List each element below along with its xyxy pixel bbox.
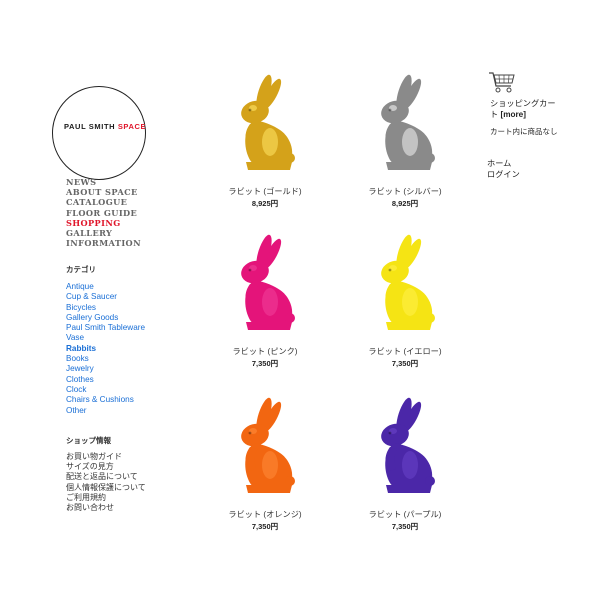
rabbit-highlight bbox=[402, 128, 418, 156]
rabbit-eye bbox=[388, 268, 392, 272]
rabbit-base bbox=[246, 162, 292, 170]
rabbit-figurine-svg bbox=[241, 234, 295, 330]
rabbit-image[interactable] bbox=[210, 232, 320, 342]
category-item-books[interactable]: Books bbox=[66, 354, 145, 364]
category-item-chairs-cushions[interactable]: Chairs & Cushions bbox=[66, 395, 145, 405]
shop-info-contact[interactable]: お問い合わせ bbox=[66, 503, 146, 513]
product-name[interactable]: ラビット (オレンジ) bbox=[210, 508, 320, 520]
rabbit-eye bbox=[248, 108, 252, 112]
brand-logo-text[interactable]: PAUL SMITH SPACE bbox=[64, 122, 146, 131]
shop-info-title: ショップ情報 bbox=[66, 436, 111, 445]
nav-item-information[interactable]: INFORMATION bbox=[66, 238, 141, 248]
nav-item-floor-guide[interactable]: FLOOR GUIDE bbox=[66, 208, 141, 218]
rabbit-tail bbox=[285, 153, 295, 163]
category-title: カテゴリ bbox=[66, 265, 96, 274]
rabbit-image[interactable] bbox=[350, 72, 460, 182]
account-links: ホーム ログイン bbox=[487, 158, 520, 180]
rabbit-highlight bbox=[262, 451, 278, 479]
rabbit-eye bbox=[388, 431, 392, 435]
category-item-rabbits[interactable]: Rabbits bbox=[66, 344, 145, 354]
category-item-antique[interactable]: Antique bbox=[66, 282, 145, 292]
shop-info-terms[interactable]: ご利用規約 bbox=[66, 493, 146, 503]
category-item-cup-saucer[interactable]: Cup & Saucer bbox=[66, 292, 145, 302]
product-card-orange[interactable]: ラビット (オレンジ) 7,350円 bbox=[210, 395, 320, 532]
shop-info-shopping-guide[interactable]: お買い物ガイド bbox=[66, 452, 146, 462]
rabbit-tail bbox=[425, 476, 435, 486]
rabbit-base bbox=[386, 322, 432, 330]
cart-icon[interactable] bbox=[488, 70, 516, 94]
category-item-bicycles[interactable]: Bicycles bbox=[66, 303, 145, 313]
rabbit-image[interactable] bbox=[350, 232, 460, 342]
login-link[interactable]: ログイン bbox=[487, 169, 520, 180]
product-name[interactable]: ラビット (ピンク) bbox=[210, 345, 320, 357]
category-item-clock[interactable]: Clock bbox=[66, 385, 145, 395]
rabbit-base bbox=[386, 485, 432, 493]
category-item-other[interactable]: Other bbox=[66, 406, 145, 416]
rabbit-highlight bbox=[262, 128, 278, 156]
shop-info-list: お買い物ガイド サイズの見方 配送と返品について 個人情報保護について ご利用規… bbox=[66, 452, 146, 513]
cart-more-link[interactable]: [more] bbox=[500, 110, 525, 119]
home-link[interactable]: ホーム bbox=[487, 158, 520, 169]
rabbit-tail bbox=[425, 313, 435, 323]
rabbit-highlight bbox=[262, 288, 278, 316]
rabbit-image[interactable] bbox=[210, 72, 320, 182]
brand-name-accent: SPACE bbox=[117, 122, 147, 131]
cart-empty-status: カート内に商品なし bbox=[490, 127, 558, 136]
product-card-yellow[interactable]: ラビット (イエロー) 7,350円 bbox=[350, 232, 460, 369]
product-card-pink[interactable]: ラビット (ピンク) 7,350円 bbox=[210, 232, 320, 369]
brand-name: PAUL SMITH bbox=[64, 122, 118, 131]
product-price: 7,350円 bbox=[251, 522, 279, 531]
category-item-gallery-goods[interactable]: Gallery Goods bbox=[66, 313, 145, 323]
rabbit-base bbox=[246, 485, 292, 493]
rabbit-tail bbox=[285, 476, 295, 486]
rabbit-figurine-svg bbox=[241, 74, 295, 170]
product-price: 7,350円 bbox=[391, 522, 419, 531]
product-price: 8,925円 bbox=[251, 199, 279, 208]
product-price: 7,350円 bbox=[391, 359, 419, 368]
rabbit-tail bbox=[285, 313, 295, 323]
rabbit-figurine-svg bbox=[381, 234, 435, 330]
nav-item-catalogue[interactable]: CATALOGUE bbox=[66, 197, 141, 207]
rabbit-eye bbox=[388, 108, 392, 112]
nav-item-about-space[interactable]: ABOUT SPACE bbox=[66, 187, 141, 197]
product-card-gold[interactable]: ラビット (ゴールド) 8,925円 bbox=[210, 72, 320, 209]
nav-item-news[interactable]: NEWS bbox=[66, 177, 141, 187]
rabbit-tail bbox=[425, 153, 435, 163]
rabbit-highlight bbox=[402, 451, 418, 479]
rabbit-figurine-svg bbox=[381, 397, 435, 493]
brand-logo-circle[interactable] bbox=[52, 86, 146, 180]
category-item-tableware[interactable]: Paul Smith Tableware bbox=[66, 323, 145, 333]
rabbit-eye bbox=[248, 268, 252, 272]
rabbit-figurine-svg bbox=[381, 74, 435, 170]
cart-title: ショッピングカート [more] bbox=[490, 98, 570, 120]
product-name[interactable]: ラビット (シルバー) bbox=[350, 185, 460, 197]
product-price: 8,925円 bbox=[391, 199, 419, 208]
category-item-jewelry[interactable]: Jewelry bbox=[66, 364, 145, 374]
rabbit-highlight bbox=[402, 288, 418, 316]
rabbit-base bbox=[246, 322, 292, 330]
category-list: Antique Cup & Saucer Bicycles Gallery Go… bbox=[66, 282, 145, 416]
category-item-vase[interactable]: Vase bbox=[66, 333, 145, 343]
product-name[interactable]: ラビット (パープル) bbox=[350, 508, 460, 520]
rabbit-image[interactable] bbox=[350, 395, 460, 505]
nav-item-shopping[interactable]: SHOPPING bbox=[66, 218, 141, 228]
shop-info-size-guide[interactable]: サイズの見方 bbox=[66, 462, 146, 472]
product-name[interactable]: ラビット (イエロー) bbox=[350, 345, 460, 357]
product-price: 7,350円 bbox=[251, 359, 279, 368]
product-card-purple[interactable]: ラビット (パープル) 7,350円 bbox=[350, 395, 460, 532]
rabbit-image[interactable] bbox=[210, 395, 320, 505]
shop-info-shipping-returns[interactable]: 配送と返品について bbox=[66, 472, 146, 482]
product-card-silver[interactable]: ラビット (シルバー) 8,925円 bbox=[350, 72, 460, 209]
rabbit-figurine-svg bbox=[241, 397, 295, 493]
main-nav: NEWS ABOUT SPACE CATALOGUE FLOOR GUIDE S… bbox=[66, 177, 141, 248]
rabbit-base bbox=[386, 162, 432, 170]
nav-item-gallery[interactable]: GALLERY bbox=[66, 228, 141, 238]
category-item-clothes[interactable]: Clothes bbox=[66, 375, 145, 385]
shop-info-privacy[interactable]: 個人情報保護について bbox=[66, 483, 146, 493]
rabbit-eye bbox=[248, 431, 252, 435]
product-name[interactable]: ラビット (ゴールド) bbox=[210, 185, 320, 197]
